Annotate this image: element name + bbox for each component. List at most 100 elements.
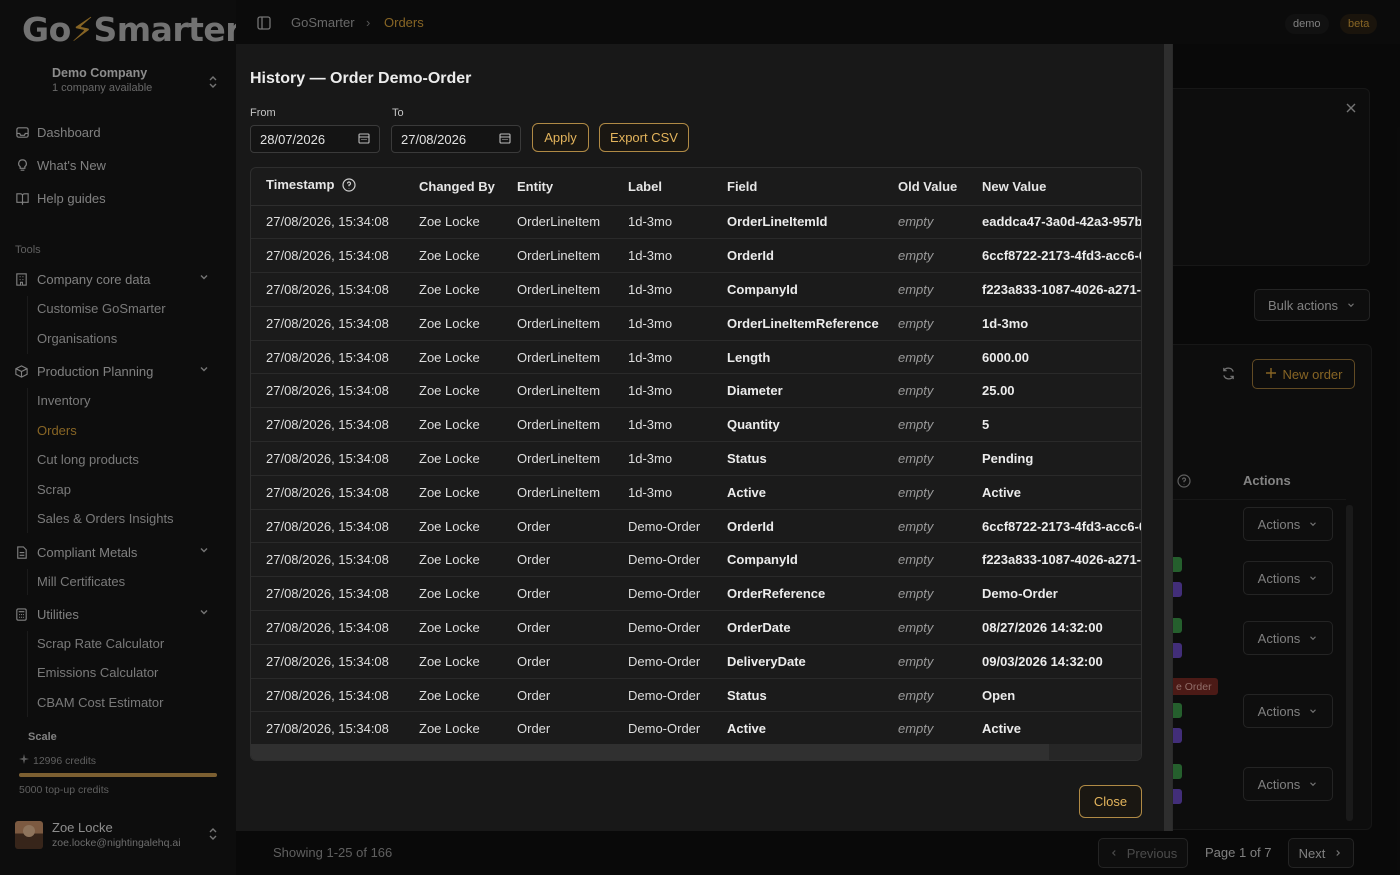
cell-entity: Order [517,610,628,645]
cell-entity: OrderLineItem [517,340,628,375]
cell-new-value: f223a833-1087-4026-a271- [982,272,1141,307]
cell-changed-by: Zoe Locke [419,678,517,713]
table-row: 27/08/2026, 15:34:08 Zoe Locke OrderLineIt… [251,373,1141,409]
cell-new-value: 6000.00 [982,340,1141,375]
table-row: 27/08/2026, 15:34:08 Zoe Locke Order Demo-O… [251,509,1141,544]
cell-old-value: empty [898,542,982,578]
cell-old-value: empty [898,711,982,747]
cell-old-value: empty [898,644,982,679]
from-label: From [250,107,276,119]
apply-button[interactable]: Apply [532,123,589,152]
cell-field: OrderLineItemId [727,205,898,240]
column-header-timestamp[interactable]: Timestamp [251,168,419,206]
cell-timestamp: 27/08/2026, 15:34:08 [251,272,419,307]
cell-new-value: 25.00 [982,373,1141,409]
table-row: 27/08/2026, 15:34:08 Zoe Locke OrderLineIt… [251,306,1141,341]
cell-label: Demo-Order [628,678,727,713]
from-date-value: 28/07/2026 [260,131,326,147]
table-row: 27/08/2026, 15:34:08 Zoe Locke Order Demo-O… [251,644,1141,679]
calendar-icon[interactable] [358,132,370,147]
cell-field: OrderLineItemReference [727,306,898,341]
cell-old-value: empty [898,509,982,544]
cell-entity: Order [517,678,628,713]
cell-changed-by: Zoe Locke [419,576,517,612]
cell-field: Length [727,340,898,375]
cell-timestamp: 27/08/2026, 15:34:08 [251,610,419,645]
export-csv-button[interactable]: Export CSV [599,123,689,152]
cell-entity: Order [517,711,628,747]
cell-field: DeliveryDate [727,644,898,679]
cell-old-value: empty [898,407,982,443]
cell-timestamp: 27/08/2026, 15:34:08 [251,576,419,612]
cell-old-value: empty [898,373,982,409]
to-date-input[interactable]: 27/08/2026 [391,125,521,153]
cell-entity: OrderLineItem [517,306,628,341]
cell-label: 1d-3mo [628,475,727,510]
cell-changed-by: Zoe Locke [419,373,517,409]
cell-label: 1d-3mo [628,205,727,240]
cell-field: Active [727,711,898,747]
cell-new-value: Active [982,711,1141,747]
cell-old-value: empty [898,272,982,307]
cell-entity: OrderLineItem [517,373,628,409]
column-header-changed-by: Changed By [419,168,517,206]
table-row: 27/08/2026, 15:34:08 Zoe Locke OrderLineIt… [251,407,1141,443]
cell-new-value: Demo-Order [982,576,1141,612]
cell-field: Active [727,475,898,510]
cell-changed-by: Zoe Locke [419,644,517,679]
cell-timestamp: 27/08/2026, 15:34:08 [251,678,419,713]
cell-label: Demo-Order [628,610,727,645]
cell-entity: OrderLineItem [517,272,628,307]
table-row: 27/08/2026, 15:34:08 Zoe Locke Order Demo-O… [251,711,1141,747]
cell-changed-by: Zoe Locke [419,711,517,747]
cell-field: Status [727,678,898,713]
cell-field: CompanyId [727,272,898,307]
cell-timestamp: 27/08/2026, 15:34:08 [251,644,419,679]
table-row: 27/08/2026, 15:34:08 Zoe Locke OrderLineIt… [251,238,1141,274]
cell-old-value: empty [898,475,982,510]
scrollbar-thumb[interactable] [251,744,1049,760]
table-row: 27/08/2026, 15:34:08 Zoe Locke OrderLineIt… [251,441,1141,476]
cell-timestamp: 27/08/2026, 15:34:08 [251,373,419,409]
cell-label: Demo-Order [628,644,727,679]
cell-field: Status [727,441,898,476]
cell-new-value: eaddca47-3a0d-42a3-957b- [982,205,1141,240]
cell-changed-by: Zoe Locke [419,509,517,544]
cell-old-value: empty [898,610,982,645]
to-label: To [392,107,404,119]
cell-label: 1d-3mo [628,340,727,375]
cell-old-value: empty [898,340,982,375]
cell-changed-by: Zoe Locke [419,306,517,341]
cell-changed-by: Zoe Locke [419,610,517,645]
cell-changed-by: Zoe Locke [419,238,517,274]
horizontal-scrollbar[interactable] [251,744,1141,760]
calendar-icon[interactable] [499,132,511,147]
cell-new-value: f223a833-1087-4026-a271- [982,542,1141,578]
cell-new-value: 6ccf8722-2173-4fd3-acc6-0 [982,238,1141,274]
cell-timestamp: 27/08/2026, 15:34:08 [251,441,419,476]
table-row: 27/08/2026, 15:34:08 Zoe Locke Order Demo-O… [251,610,1141,645]
cell-old-value: empty [898,238,982,274]
cell-changed-by: Zoe Locke [419,475,517,510]
cell-label: Demo-Order [628,711,727,747]
cell-label: 1d-3mo [628,407,727,443]
cell-new-value: 1d-3mo [982,306,1141,341]
cell-timestamp: 27/08/2026, 15:34:08 [251,306,419,341]
cell-timestamp: 27/08/2026, 15:34:08 [251,509,419,544]
cell-label: Demo-Order [628,509,727,544]
table-row: 27/08/2026, 15:34:08 Zoe Locke OrderLineIt… [251,205,1141,240]
history-table-header-row: Timestamp Changed By Entity Label Field … [251,168,1141,206]
table-row: 27/08/2026, 15:34:08 Zoe Locke OrderLineIt… [251,475,1141,510]
history-table-container: Timestamp Changed By Entity Label Field … [250,167,1142,761]
cell-entity: OrderLineItem [517,205,628,240]
modal-scrollbar[interactable] [1164,44,1172,831]
help-circle-icon[interactable] [342,178,356,195]
cell-timestamp: 27/08/2026, 15:34:08 [251,340,419,375]
from-date-input[interactable]: 28/07/2026 [250,125,380,153]
cell-label: 1d-3mo [628,441,727,476]
cell-timestamp: 27/08/2026, 15:34:08 [251,205,419,240]
modal-title: History — Order Demo-Order [250,70,472,87]
cell-timestamp: 27/08/2026, 15:34:08 [251,542,419,578]
close-button[interactable]: Close [1079,785,1142,818]
cell-new-value: 6ccf8722-2173-4fd3-acc6-0 [982,509,1141,544]
